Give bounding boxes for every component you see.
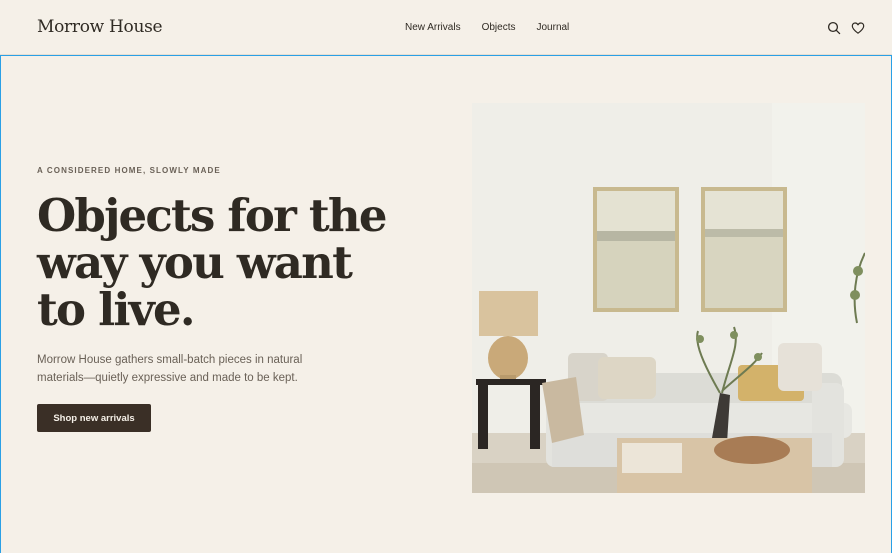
nav-journal[interactable]: Journal <box>536 22 569 33</box>
brand-logo[interactable]: Morrow House <box>37 17 163 37</box>
heart-icon[interactable] <box>851 21 865 35</box>
search-icon[interactable] <box>827 21 841 35</box>
hero-headline: Objects for the way you want to live. <box>37 189 387 336</box>
hero-eyebrow: A CONSIDERED HOME, SLOWLY MADE <box>37 166 221 175</box>
header-icons <box>827 21 865 35</box>
hero-intro: Morrow House gathers small-batch pieces … <box>37 354 303 384</box>
living-room-illustration <box>472 103 865 493</box>
site-header: Morrow House New Arrivals Objects Journa… <box>0 0 892 55</box>
nav-new-arrivals[interactable]: New Arrivals <box>405 22 461 33</box>
hero-image <box>472 103 865 493</box>
shop-new-arrivals-button[interactable]: Shop new arrivals <box>37 404 151 432</box>
nav-objects[interactable]: Objects <box>482 22 516 33</box>
main-nav: New Arrivals Objects Journal <box>405 22 569 33</box>
